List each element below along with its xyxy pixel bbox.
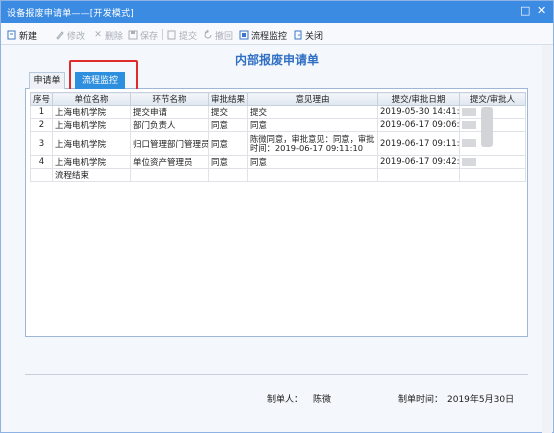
new-button[interactable]: 新建 [7,28,37,42]
cell-unit: 上海电机学院 [52,155,131,169]
app-window: 设备报废申请单——[开发模式] □ ✕ 新建 修改 ✕ 删除 保存 提交 撤回 [0,0,554,433]
cell-empty [377,168,460,182]
footer-divider [25,374,528,375]
cell-date: 2019-05-30 14:41:00 [377,105,460,119]
cell-unit: 上海电机学院 [52,131,131,156]
cell-empty [247,168,378,182]
maker-value: 陈微 [313,395,332,405]
cell-date: 2019-06-17 09:42:50 [377,155,460,169]
cell-empty [459,168,526,182]
cell-result: 提交 [208,105,248,119]
col-header-step[interactable]: 环节名称 [130,92,209,106]
submit-icon [167,30,176,40]
cell-result: 同意 [208,118,248,132]
maximize-icon[interactable]: □ [520,5,530,17]
cell-step: 提交申请 [130,105,209,119]
cell-no: 3 [30,131,53,156]
recall-button[interactable]: 撤回 [203,28,233,42]
flow-monitor-icon [239,30,249,40]
cell-step: 归口管理部门管理员 [130,131,209,156]
flow-monitor-panel: 序号 单位名称 环节名称 审批结果 意见理由 提交/审批日期 提交/审批人 1 … [25,89,528,337]
cell-approver [459,155,526,169]
time-label: 制单时间： [398,395,444,405]
cell-result: 同意 [208,131,248,156]
cell-flow-end: 流程结束 [52,168,131,182]
delete-icon: ✕ [94,30,102,40]
cell-unit: 上海电机学院 [52,105,131,119]
cell-reason: 同意 [247,155,378,169]
cell-date: 2019-06-17 09:06:35 [377,118,460,132]
window-title: 设备报废申请单——[开发模式] [7,9,135,19]
cell-no: 1 [30,105,53,119]
cell-reason: 同意 [247,118,378,132]
col-header-unit[interactable]: 单位名称 [52,92,131,106]
table-row[interactable]: 3 上海电机学院 归口管理部门管理员 同意 陈微同意，审批意见：同意，审批时间：… [30,131,526,156]
col-header-approver[interactable]: 提交/审批人 [459,92,526,106]
save-button[interactable]: 保存 [128,28,158,42]
redacted-name [462,120,476,129]
edit-button[interactable]: 修改 [55,28,85,42]
redacted-name [462,157,476,166]
table-row[interactable]: 1 上海电机学院 提交申请 提交 提交 2019-05-30 14:41:00 [30,105,526,119]
table-header-row: 序号 单位名称 环节名称 审批结果 意见理由 提交/审批日期 提交/审批人 [30,92,526,106]
submit-button[interactable]: 提交 [167,28,197,42]
flow-monitor-button[interactable]: 流程监控 [239,28,287,42]
col-header-date[interactable]: 提交/审批日期 [377,92,460,106]
cell-step: 单位资产管理员 [130,155,209,169]
cell-no [30,168,53,182]
time-value: 2019年5月30日 [447,395,515,405]
toolbar: 新建 修改 ✕ 删除 保存 提交 撤回 流程监控 关闭 [1,23,553,45]
cell-empty [208,168,248,182]
cell-unit: 上海电机学院 [52,118,131,132]
redacted-block [481,107,493,147]
col-header-reason[interactable]: 意见理由 [247,92,378,106]
recall-icon [204,30,212,39]
edit-icon [56,31,64,40]
table-row[interactable]: 4 上海电机学院 单位资产管理员 同意 同意 2019-06-17 09:42:… [30,155,526,169]
save-icon [128,30,138,40]
cell-step: 部门负责人 [130,118,209,132]
cell-date: 2019-06-17 09:11:10 [377,131,460,156]
table-row[interactable]: 流程结束 [30,168,526,182]
cell-reason: 提交 [247,105,378,119]
toolbar-divider [162,29,163,40]
tab-application[interactable]: 申请单 [29,72,65,89]
cell-reason: 陈微同意，审批意见：同意，审批时间：2019-06-17 09:11:10 [247,131,378,156]
flow-table: 序号 单位名称 环节名称 审批结果 意见理由 提交/审批日期 提交/审批人 1 … [30,92,526,182]
cell-result: 同意 [208,155,248,169]
col-header-result[interactable]: 审批结果 [208,92,248,106]
vertical-scrollbar[interactable] [542,45,552,433]
title-bar: 设备报废申请单——[开发模式] □ ✕ [1,1,553,23]
delete-button[interactable]: ✕ 删除 [93,28,123,42]
table-row[interactable]: 2 上海电机学院 部门负责人 同意 同意 2019-06-17 09:06:35 [30,118,526,132]
cell-no: 2 [30,118,53,132]
redacted-name [462,139,476,147]
col-header-no[interactable]: 序号 [30,92,53,106]
close-icon[interactable]: ✕ [537,5,546,17]
redacted-name [462,107,476,116]
new-icon [7,30,16,40]
cell-empty [130,168,209,182]
close-button[interactable]: 关闭 [293,28,323,42]
cell-no: 4 [30,155,53,169]
maker-label: 制单人： [267,395,304,405]
door-icon [294,30,302,40]
